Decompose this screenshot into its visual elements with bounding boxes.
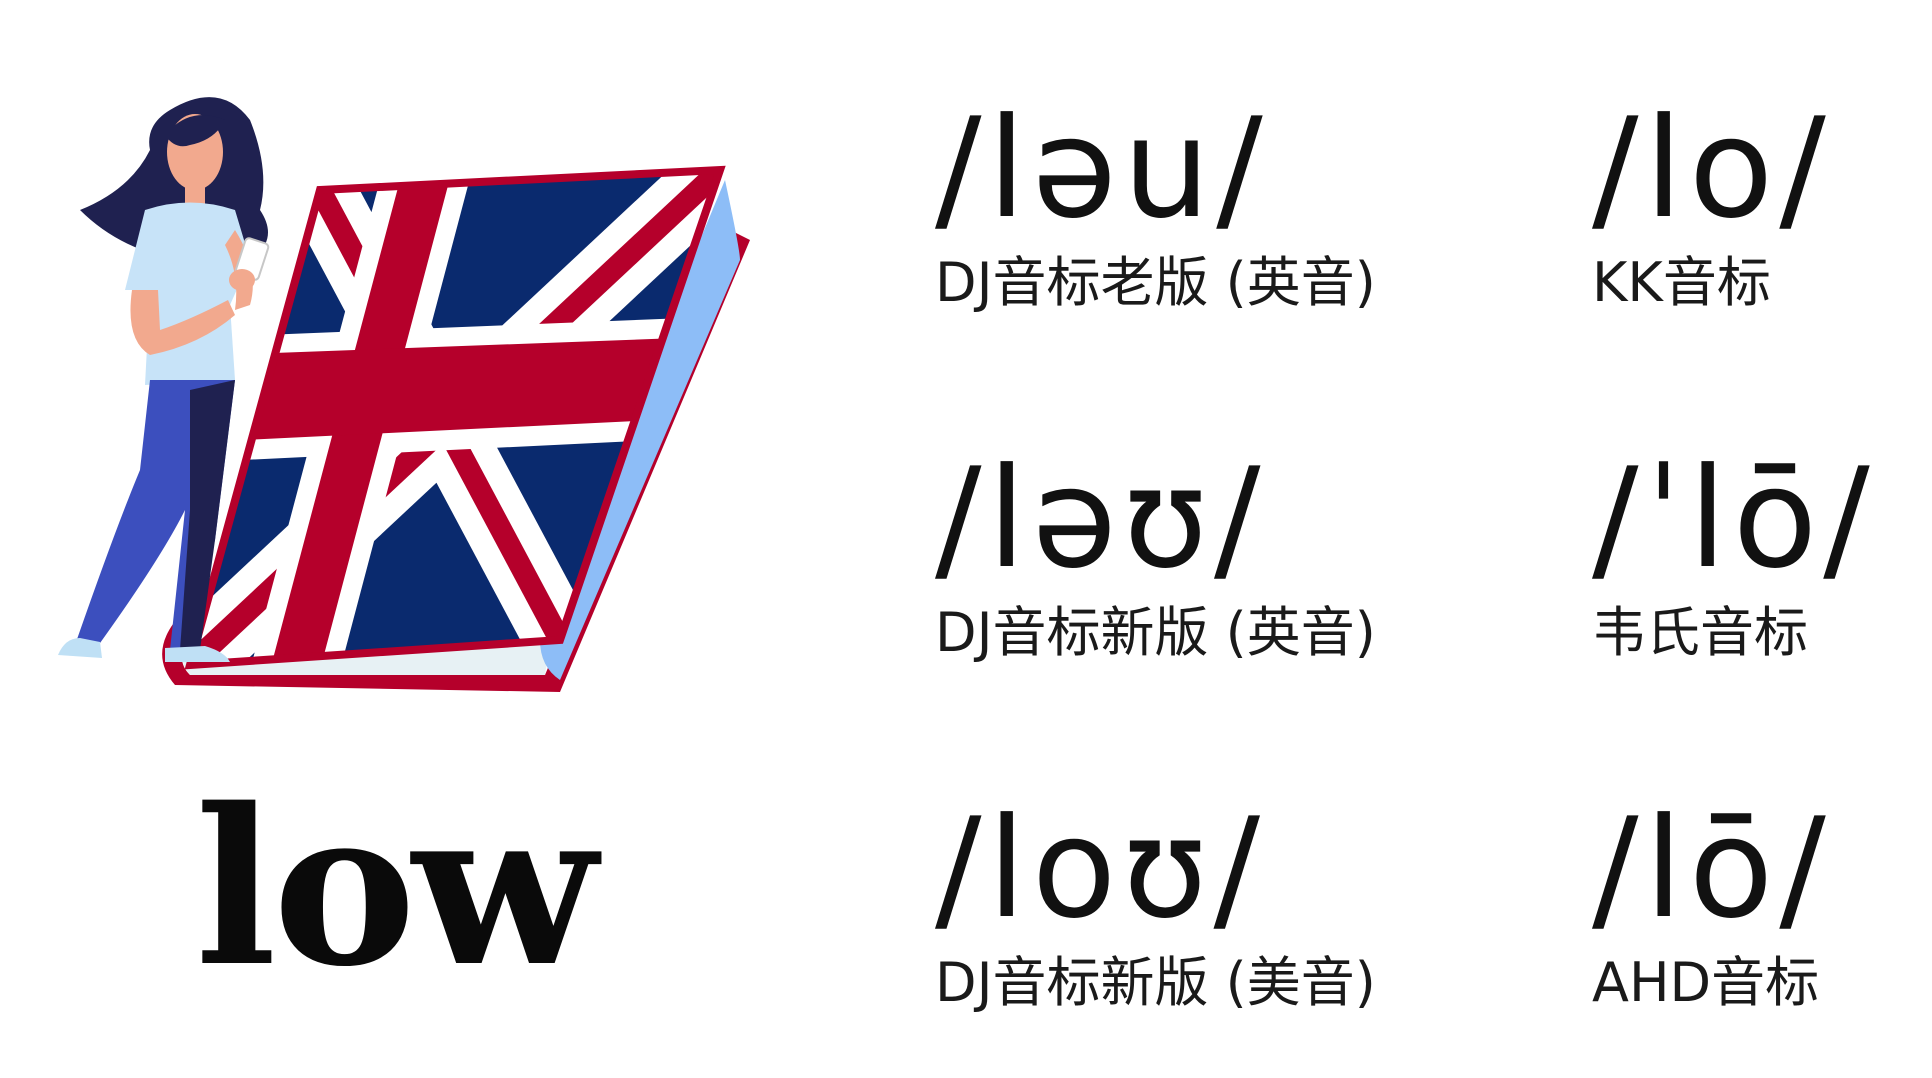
phonetic-system-label: DJ音标新版 (英音) [935, 601, 1376, 664]
phonetic-transcription: /loʊ/ [935, 788, 1266, 949]
phonetic-transcription: /lō/ [1592, 788, 1832, 949]
phonetic-system-label: DJ音标新版 (美音) [935, 951, 1376, 1014]
phonetic-kk: /lo/ KK音标 [1592, 100, 1832, 310]
phonetic-dj-old-british: /ləu/ DJ音标老版 (英音) [935, 100, 1376, 310]
phonetic-ahd: /lō/ AHD音标 [1592, 800, 1832, 1010]
phonetic-transcription: /ˈlō/ [1592, 438, 1876, 599]
phonetic-transcription: /ləu/ [935, 88, 1269, 249]
phonetic-system-label: AHD音标 [1592, 951, 1820, 1014]
phonetic-transcription: /lo/ [1592, 88, 1832, 249]
woman-with-book-illustration [58, 97, 751, 692]
phonetic-system-label: DJ音标老版 (英音) [935, 251, 1376, 314]
phonetic-system-label: KK音标 [1592, 251, 1771, 314]
phonetic-webster: /ˈlō/ 韦氏音标 [1592, 450, 1876, 660]
headword: low [195, 761, 597, 1014]
phonetic-transcription: /ləʊ/ [935, 438, 1267, 599]
phonetic-dj-new-american: /loʊ/ DJ音标新版 (美音) [935, 800, 1376, 1010]
phonetic-dj-new-british: /ləʊ/ DJ音标新版 (英音) [935, 450, 1376, 660]
phonetic-system-label: 韦氏音标 [1592, 601, 1808, 664]
